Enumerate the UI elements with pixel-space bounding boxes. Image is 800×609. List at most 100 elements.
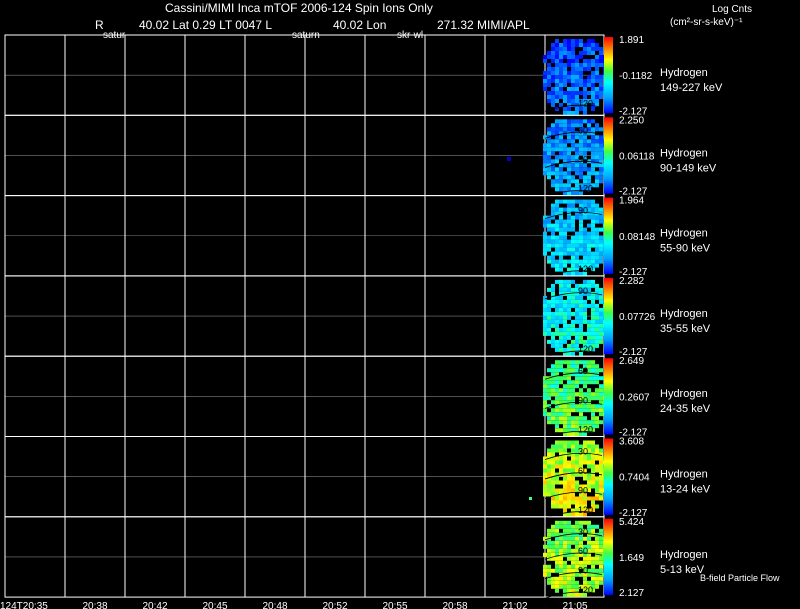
skymap-pixel <box>551 179 555 184</box>
skymap-pixel <box>571 339 575 344</box>
skymap-pixel <box>547 384 551 389</box>
skymap-pixel <box>599 95 603 99</box>
skymap-pixel <box>559 171 563 176</box>
skymap-pixel <box>563 588 567 593</box>
skymap-pixel <box>567 480 571 485</box>
skymap-pixel <box>587 51 591 55</box>
skymap-pixel <box>567 364 571 369</box>
skymap-pixel <box>567 464 571 469</box>
skymap-pixel <box>563 243 567 248</box>
skymap-pixel <box>571 556 575 561</box>
skymap-pixel <box>555 263 559 268</box>
skymap-pixel <box>559 480 563 485</box>
skymap-pixel <box>543 376 547 381</box>
skymap-pixel <box>587 243 591 248</box>
skymap-pixel <box>599 315 603 320</box>
skymap-pixel <box>595 295 599 300</box>
skymap-pixel <box>571 43 575 47</box>
skymap-pixel <box>575 299 579 304</box>
skymap-pixel <box>555 55 559 59</box>
skymap-pixel <box>591 528 595 533</box>
skymap-pixel <box>575 71 579 75</box>
skymap-pixel <box>591 47 595 51</box>
skymap-pixel <box>599 207 603 212</box>
skymap-pixel <box>587 536 591 541</box>
skymap-pixel <box>555 43 559 47</box>
skymap-pixel <box>547 235 551 240</box>
skymap-pixel <box>571 47 575 51</box>
skymap-pixel <box>555 576 559 581</box>
skymap-pixel <box>555 500 559 505</box>
skymap-pixel <box>591 127 595 132</box>
skymap-pixel <box>575 251 579 256</box>
skymap-pixel <box>583 247 587 252</box>
skymap-pixel <box>551 488 555 493</box>
skymap-pixel <box>575 456 579 461</box>
colorbar-mid-label: -0.1182 <box>619 71 653 82</box>
skymap-pixel <box>571 476 575 481</box>
skymap-pixel <box>563 456 567 461</box>
x-tick-label: 21:05 <box>562 601 587 609</box>
skymap-pixel <box>551 480 555 485</box>
skymap-pixel <box>555 331 559 336</box>
skymap-pixel <box>591 279 595 284</box>
skymap-pixel <box>595 480 599 485</box>
skymap-pixel <box>571 55 575 59</box>
skymap-pixel <box>587 360 591 365</box>
skymap-pixel <box>563 83 567 87</box>
skymap-pixel <box>567 79 571 83</box>
skymap-pixel <box>599 464 603 469</box>
skymap-pixel <box>567 51 571 55</box>
skymap-pixel <box>579 135 583 140</box>
skymap-pixel <box>579 412 583 417</box>
skymap-pixel <box>555 259 559 264</box>
skymap-pixel <box>547 488 551 493</box>
skymap-pixel <box>587 520 591 525</box>
skymap-pixel <box>591 360 595 365</box>
skymap-pixel <box>579 247 583 252</box>
skymap-pixel <box>599 219 603 224</box>
skymap-pixel <box>595 488 599 493</box>
skymap-pixel <box>571 303 575 308</box>
colorbar-mid-label: 0.2607 <box>619 392 650 403</box>
skymap-pixel <box>567 540 571 545</box>
skymap-pixel <box>583 299 587 304</box>
skymap-pixel <box>555 307 559 312</box>
skymap-pixel <box>587 143 591 148</box>
skymap-pixel <box>543 388 547 393</box>
skymap-pixel <box>595 227 599 232</box>
energy-range-label: 5-13 keV <box>660 564 705 576</box>
skymap-pixel <box>563 139 567 144</box>
skymap-pixel <box>583 440 587 445</box>
skymap-pixel <box>555 456 559 461</box>
skymap-pixel <box>551 299 555 304</box>
skymap-pixel <box>551 500 555 505</box>
skymap-pixel <box>587 63 591 67</box>
skymap-pixel <box>583 235 587 240</box>
contour-label: 30 <box>578 447 588 457</box>
skymap-pixel <box>555 536 559 541</box>
skymap-pixel <box>583 243 587 248</box>
skymap-pixel <box>571 87 575 91</box>
skymap-pixel <box>595 243 599 248</box>
skymap-pixel <box>563 408 567 413</box>
skymap-pixel <box>579 243 583 248</box>
skymap-pixel <box>551 532 555 537</box>
skymap-pixel <box>555 243 559 248</box>
skymap-pixel <box>599 155 603 160</box>
skymap-pixel <box>587 480 591 485</box>
skymap-pixel <box>595 255 599 260</box>
skymap-pixel <box>575 480 579 485</box>
skymap-pixel <box>591 404 595 409</box>
skymap-pixel <box>567 408 571 413</box>
skymap-pixel <box>591 39 595 43</box>
skymap-pixel <box>551 207 555 212</box>
skymap-pixel <box>595 203 599 208</box>
skymap-pixel <box>559 388 563 393</box>
skymap-pixel <box>587 460 591 465</box>
skymap-pixel <box>567 412 571 417</box>
sparse-data-point <box>507 157 511 161</box>
skymap-pixel <box>571 331 575 336</box>
skymap-pixel <box>551 380 555 385</box>
skymap-pixel <box>571 380 575 385</box>
